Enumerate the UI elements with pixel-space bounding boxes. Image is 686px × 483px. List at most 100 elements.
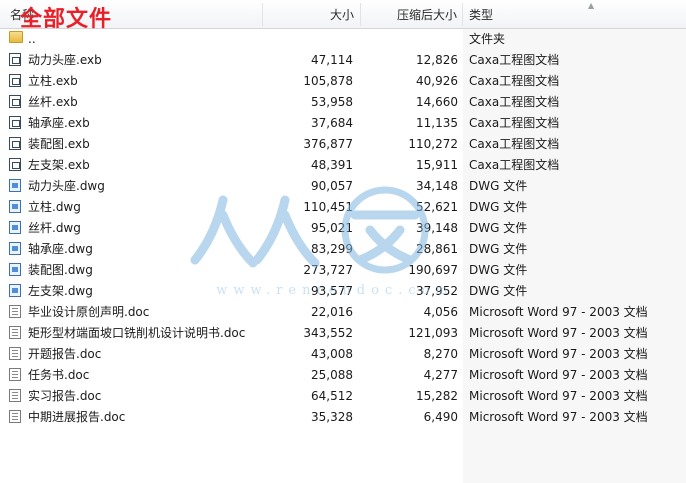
file-row[interactable]: 开题报告.doc 43,008 8,270 Microsoft Word 97 - 2…: [0, 344, 686, 365]
file-size: 110,451: [303, 200, 353, 214]
file-row[interactable]: 丝杆.dwg 95,021 39,148 DWG 文件: [0, 218, 686, 239]
file-type: DWG 文件: [469, 242, 528, 256]
header-size[interactable]: 大小: [330, 0, 354, 28]
doc-icon: [9, 326, 21, 339]
file-name: 动力头座.dwg: [28, 179, 105, 193]
exb-icon: [9, 95, 21, 108]
file-row[interactable]: .. 文件夹: [0, 29, 686, 50]
file-size: 376,877: [303, 137, 353, 151]
file-compressed-size: 14,660: [416, 95, 458, 109]
file-row[interactable]: 毕业设计原创声明.doc 22,016 4,056 Microsoft Word 97…: [0, 302, 686, 323]
exb-icon: [9, 116, 21, 129]
file-size: 35,328: [311, 410, 353, 424]
file-type: DWG 文件: [469, 284, 528, 298]
file-type: DWG 文件: [469, 263, 528, 277]
file-size: 343,552: [303, 326, 353, 340]
file-row[interactable]: 立柱.dwg 110,451 52,621 DWG 文件: [0, 197, 686, 218]
file-row[interactable]: 装配图.dwg 273,727 190,697 DWG 文件: [0, 260, 686, 281]
file-row[interactable]: 实习报告.doc 64,512 15,282 Microsoft Word 97 - …: [0, 386, 686, 407]
file-name: 开题报告.doc: [28, 347, 102, 361]
file-size: 93,577: [311, 284, 353, 298]
header-divider[interactable]: [462, 3, 463, 26]
file-size: 48,391: [311, 158, 353, 172]
dwg-icon: [9, 242, 21, 255]
dwg-icon: [9, 179, 21, 192]
file-row[interactable]: 中期进展报告.doc 35,328 6,490 Microsoft Word 97 -…: [0, 407, 686, 428]
file-type: Caxa工程图文档: [469, 137, 560, 151]
file-name: 矩形型材端面坡口铣削机设计说明书.doc: [28, 326, 246, 340]
file-size: 22,016: [311, 305, 353, 319]
file-name: 动力头座.exb: [28, 53, 102, 67]
file-type: Microsoft Word 97 - 2003 文档: [469, 326, 648, 340]
file-row[interactable]: 动力头座.dwg 90,057 34,148 DWG 文件: [0, 176, 686, 197]
file-compressed-size: 40,926: [416, 74, 458, 88]
file-name: 轴承座.dwg: [28, 242, 93, 256]
doc-icon: [9, 368, 21, 381]
file-compressed-size: 4,056: [423, 305, 458, 319]
file-size: 95,021: [311, 221, 353, 235]
header-compressed-size[interactable]: 压缩后大小: [397, 0, 457, 28]
file-size: 53,958: [311, 95, 353, 109]
file-name: 左支架.exb: [28, 158, 90, 172]
file-compressed-size: 39,148: [416, 221, 458, 235]
file-type: 文件夹: [469, 32, 506, 46]
folder-icon: [9, 31, 23, 43]
file-compressed-size: 8,270: [423, 347, 458, 361]
file-type: Microsoft Word 97 - 2003 文档: [469, 410, 648, 424]
doc-icon: [9, 410, 21, 423]
file-size: 90,057: [311, 179, 353, 193]
dwg-icon: [9, 221, 21, 234]
file-type: DWG 文件: [469, 221, 528, 235]
file-name: 毕业设计原创声明.doc: [28, 305, 150, 319]
dwg-icon: [9, 263, 21, 276]
file-row[interactable]: 动力头座.exb 47,114 12,826 Caxa工程图文档: [0, 50, 686, 71]
file-compressed-size: 6,490: [423, 410, 458, 424]
file-size: 25,088: [311, 368, 353, 382]
file-row[interactable]: 矩形型材端面坡口铣削机设计说明书.doc 343,552 121,093 Micros…: [0, 323, 686, 344]
header-divider[interactable]: [360, 3, 361, 26]
exb-icon: [9, 53, 21, 66]
file-compressed-size: 15,911: [416, 158, 458, 172]
file-compressed-size: 12,826: [416, 53, 458, 67]
file-compressed-size: 4,277: [423, 368, 458, 382]
file-type: Microsoft Word 97 - 2003 文档: [469, 347, 648, 361]
file-compressed-size: 52,621: [416, 200, 458, 214]
file-type: Microsoft Word 97 - 2003 文档: [469, 368, 648, 382]
file-name: 中期进展报告.doc: [28, 410, 126, 424]
header-type[interactable]: 类型: [469, 0, 493, 28]
file-row[interactable]: 轴承座.dwg 83,299 28,861 DWG 文件: [0, 239, 686, 260]
file-type: Microsoft Word 97 - 2003 文档: [469, 389, 648, 403]
file-name: 装配图.exb: [28, 137, 90, 151]
file-compressed-size: 28,861: [416, 242, 458, 256]
file-row[interactable]: 装配图.exb 376,877 110,272 Caxa工程图文档: [0, 134, 686, 155]
file-type: Caxa工程图文档: [469, 116, 560, 130]
file-row[interactable]: 丝杆.exb 53,958 14,660 Caxa工程图文档: [0, 92, 686, 113]
file-row[interactable]: 任务书.doc 25,088 4,277 Microsoft Word 97 - 20…: [0, 365, 686, 386]
file-size: 105,878: [303, 74, 353, 88]
exb-icon: [9, 158, 21, 171]
file-size: 273,727: [303, 263, 353, 277]
file-name: 左支架.dwg: [28, 284, 93, 298]
file-row[interactable]: 左支架.dwg 93,577 37,952 DWG 文件: [0, 281, 686, 302]
file-size: 83,299: [311, 242, 353, 256]
file-name: ..: [28, 32, 36, 46]
exb-icon: [9, 137, 21, 150]
file-size: 64,512: [311, 389, 353, 403]
file-size: 43,008: [311, 347, 353, 361]
file-compressed-size: 110,272: [408, 137, 458, 151]
file-name: 实习报告.doc: [28, 389, 102, 403]
file-row[interactable]: 左支架.exb 48,391 15,911 Caxa工程图文档: [0, 155, 686, 176]
header-divider[interactable]: [262, 3, 263, 26]
file-name: 立柱.exb: [28, 74, 78, 88]
doc-icon: [9, 347, 21, 360]
file-name: 立柱.dwg: [28, 200, 81, 214]
file-row[interactable]: 立柱.exb 105,878 40,926 Caxa工程图文档: [0, 71, 686, 92]
sort-ascending-icon: ▲: [588, 1, 595, 10]
file-name: 任务书.doc: [28, 368, 90, 382]
file-row[interactable]: 轴承座.exb 37,684 11,135 Caxa工程图文档: [0, 113, 686, 134]
dwg-icon: [9, 200, 21, 213]
file-type: DWG 文件: [469, 200, 528, 214]
file-type: Caxa工程图文档: [469, 53, 560, 67]
file-compressed-size: 37,952: [416, 284, 458, 298]
doc-icon: [9, 389, 21, 402]
